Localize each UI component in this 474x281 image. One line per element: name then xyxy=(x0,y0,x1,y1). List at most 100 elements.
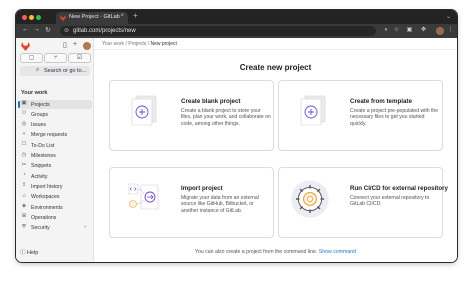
sidebar-item-label: Merge requests xyxy=(31,132,68,139)
history-icon: ◔ xyxy=(22,172,26,179)
site-info-icon[interactable]: ⊜ xyxy=(64,27,69,34)
workspace-icon: ⌂ xyxy=(22,192,26,199)
breadcrumb-separator: / xyxy=(125,41,127,47)
sidebar-item-todo-list[interactable]: ☐ To-Do List xyxy=(18,141,92,150)
card-title: Import project xyxy=(181,185,223,192)
sidebar-item-label: Import history xyxy=(31,183,63,190)
sidebar-item-groups[interactable]: ⚇ Groups xyxy=(18,110,92,119)
browser-tabbar: New Project · GitLab × + ⌄ xyxy=(16,10,457,24)
sidebar-item-projects[interactable]: ▣ Projects xyxy=(18,100,92,109)
todo-icon: ☐ xyxy=(21,141,27,148)
help-label: Help xyxy=(27,250,39,256)
merge-requests-counter-button[interactable]: ⑂ xyxy=(44,53,67,63)
clock-icon: ◷ xyxy=(21,151,27,158)
search-icon: ⌕ xyxy=(36,67,40,73)
card-description: Create a blank project to store your fil… xyxy=(181,108,271,127)
address-bar[interactable]: ⊜ gitlab.com/projects/new xyxy=(60,26,376,36)
sidebar-item-label: Projects xyxy=(31,101,50,108)
browser-profile-avatar[interactable] xyxy=(436,27,444,35)
import-icon: ⇪ xyxy=(21,182,27,189)
browser-window: New Project · GitLab × + ⌄ ← → ↻ ⊜ gitla… xyxy=(16,10,457,262)
blank-project-illustration-icon xyxy=(131,95,157,126)
cicd-gear-illustration-icon xyxy=(291,180,329,218)
sidebar-toggle-icon[interactable]: ▯ xyxy=(63,41,67,49)
search-button[interactable]: ⌕ Search or go to... xyxy=(20,66,90,76)
new-tab-button[interactable]: + xyxy=(133,11,138,20)
back-arrow-icon[interactable]: ← xyxy=(22,26,29,33)
incognito-icon[interactable]: ◑ xyxy=(382,27,389,34)
sidebar-item-label: Milestones xyxy=(31,153,56,159)
sidebar: ▯ + ▢ ⑂ ☑ ⌕ Search or go to... Your work… xyxy=(16,38,94,262)
create-from-template-card[interactable]: Create from template Create a project pr… xyxy=(278,80,443,151)
sidebar-item-operations[interactable]: ⊞ Operations xyxy=(18,213,92,222)
todos-counter-button[interactable]: ☑ xyxy=(68,53,91,63)
tab-title: New Project · GitLab xyxy=(69,14,120,20)
page-title: Create new project xyxy=(239,63,312,72)
sidebar-item-import-history[interactable]: ⇪ Import history xyxy=(18,182,92,191)
breadcrumb-your-work[interactable]: Your work xyxy=(102,41,124,47)
forward-arrow-icon[interactable]: → xyxy=(33,26,40,33)
shield-icon: ⛨ xyxy=(21,223,27,230)
minimize-window-button[interactable] xyxy=(29,15,34,20)
browser-toolbar: ← → ↻ ⊜ gitlab.com/projects/new ◑ ☆ ▣ ✥ … xyxy=(16,24,457,38)
sidebar-item-snippets[interactable]: ✂ Snippets xyxy=(18,162,92,171)
card-description: Connect your external repository to GitL… xyxy=(350,195,430,208)
url-text[interactable]: gitlab.com/projects/new xyxy=(73,28,136,34)
sidebar-item-environments[interactable]: ◈ Environments xyxy=(18,203,92,212)
sidebar-item-label: To-Do List xyxy=(31,142,55,149)
create-new-plus-icon[interactable]: + xyxy=(73,41,77,48)
tab-close-icon[interactable]: × xyxy=(120,13,124,19)
project-icon: ▣ xyxy=(21,100,27,106)
group-icon: ⚇ xyxy=(21,110,27,117)
issues-icon: ◎ xyxy=(21,120,27,127)
sidebar-item-label: Groups xyxy=(31,111,49,118)
import-project-card[interactable]: Import project Migrate your data from an… xyxy=(109,167,274,238)
command-line-note: You can also create a project from the c… xyxy=(94,249,457,255)
sidebar-item-label: Operations xyxy=(31,214,57,221)
breadcrumb-separator: / xyxy=(147,41,150,47)
snippet-icon: ✂ xyxy=(21,161,27,168)
bookmark-star-icon[interactable]: ☆ xyxy=(393,27,400,34)
issues-counter-button[interactable]: ▢ xyxy=(20,53,43,63)
breadcrumb-divider xyxy=(94,49,457,50)
extension-icon[interactable]: ▣ xyxy=(406,27,413,34)
gitlab-favicon-icon xyxy=(60,15,66,21)
sidebar-item-merge-requests[interactable]: ⑂ Merge requests xyxy=(18,131,92,140)
show-command-link[interactable]: Show command xyxy=(319,249,356,255)
sidebar-item-activity[interactable]: ◔ Activity xyxy=(18,172,92,181)
create-blank-project-card[interactable]: Create blank project Create a blank proj… xyxy=(109,80,274,151)
gitlab-logo-icon[interactable] xyxy=(21,42,30,51)
chevron-right-icon: › xyxy=(84,223,86,230)
close-window-button[interactable] xyxy=(22,15,27,20)
help-button[interactable]: ⓘ Help xyxy=(20,248,38,256)
template-illustration-icon xyxy=(300,95,326,126)
browser-menu-icon[interactable]: ⋮ xyxy=(447,27,454,34)
context-switcher-label[interactable]: Your work xyxy=(21,90,48,96)
card-title: Create blank project xyxy=(181,98,241,105)
user-avatar[interactable] xyxy=(83,42,91,50)
sidebar-item-milestones[interactable]: ◷ Milestones xyxy=(18,152,92,161)
sidebar-item-label: Activity xyxy=(31,173,48,180)
card-title: Create from template xyxy=(350,98,412,105)
environment-icon: ◈ xyxy=(21,203,27,209)
sidebar-item-label: Snippets xyxy=(31,163,52,170)
breadcrumb-projects[interactable]: Projects xyxy=(128,41,146,47)
run-cicd-external-repo-card[interactable]: Run CI/CD for external repository Connec… xyxy=(278,167,448,238)
reload-icon[interactable]: ↻ xyxy=(45,26,51,34)
puzzle-icon[interactable]: ✥ xyxy=(420,27,427,34)
main-content: Your work / Projects / New project Creat… xyxy=(94,38,457,262)
browser-tab[interactable]: New Project · GitLab × xyxy=(56,12,128,24)
breadcrumb-new-project[interactable]: New project xyxy=(150,41,176,47)
command-line-note-text: You can also create a project from the c… xyxy=(194,249,318,255)
sidebar-item-label: Workspaces xyxy=(31,194,60,201)
maximize-window-button[interactable] xyxy=(36,15,41,20)
sidebar-item-label: Security xyxy=(31,225,50,232)
sidebar-item-workspaces[interactable]: ⌂ Workspaces xyxy=(18,193,92,202)
search-label: Search or go to... xyxy=(44,68,87,74)
merge-request-icon: ⑂ xyxy=(22,130,26,137)
help-icon: ⓘ xyxy=(20,250,26,256)
tab-list-chevron-icon[interactable]: ⌄ xyxy=(446,13,451,20)
cloud-ops-icon: ⊞ xyxy=(21,213,27,220)
sidebar-item-security[interactable]: ⛨ Security › xyxy=(18,224,92,233)
sidebar-item-issues[interactable]: ◎ Issues xyxy=(18,121,92,130)
